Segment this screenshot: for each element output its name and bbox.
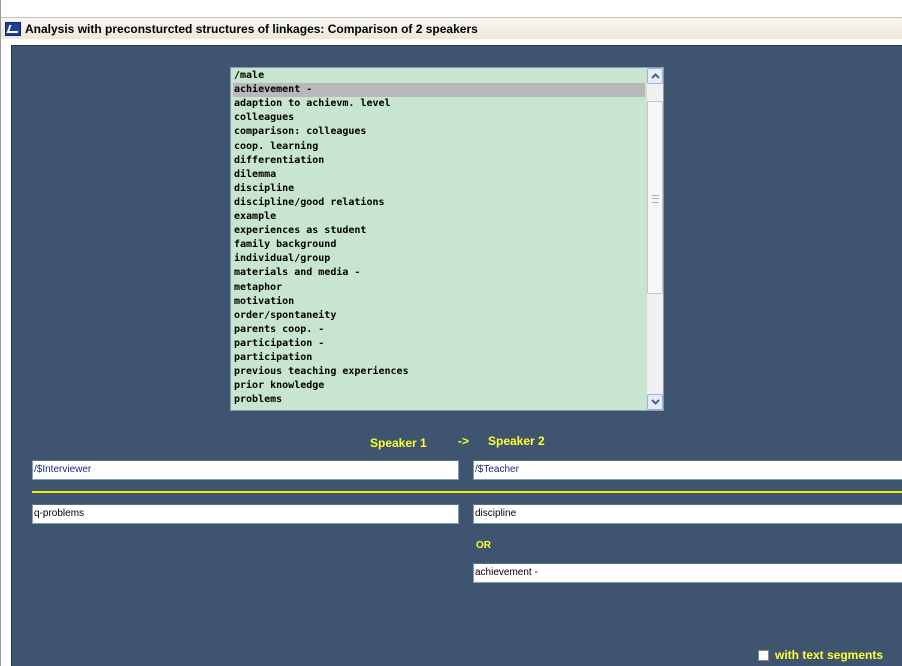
speaker1-code-field[interactable]: q-problems: [32, 504, 459, 524]
list-item[interactable]: achievement -: [233, 83, 645, 98]
arrow-label: ->: [458, 434, 470, 448]
list-item[interactable]: materials and media -: [233, 266, 360, 280]
client-area: /male achievement - adaption to achievm. l…: [11, 45, 902, 666]
list-item[interactable]: experiences as student: [233, 224, 366, 238]
speaker1-label: Speaker 1: [370, 436, 427, 450]
list-item[interactable]: motivation: [233, 295, 294, 309]
list-item[interactable]: participation: [233, 351, 312, 365]
list-item[interactable]: family background: [233, 238, 336, 252]
chevron-up-icon: [650, 73, 660, 79]
window-title: Analysis with preconsturcted structures …: [25, 21, 478, 36]
code-listbox[interactable]: /male achievement - adaption to achievm. l…: [230, 67, 664, 411]
list-item[interactable]: discipline: [233, 182, 294, 196]
with-text-segments-label: with text segments: [775, 648, 884, 662]
list-item[interactable]: metaphor: [233, 281, 282, 295]
list-item[interactable]: previous teaching experiences: [233, 365, 409, 379]
speaker2-code-field[interactable]: discipline: [473, 504, 902, 524]
title-bar: Analysis with preconsturcted structures …: [1, 17, 902, 39]
speaker1-name-field[interactable]: /$Interviewer: [32, 460, 459, 480]
list-item[interactable]: discipline/good relations: [233, 196, 385, 210]
scroll-down-button[interactable]: [647, 394, 663, 410]
speaker2-alt-code-field[interactable]: achievement -: [473, 563, 902, 583]
list-item[interactable]: problems: [233, 393, 282, 407]
list-item[interactable]: dilemma: [233, 168, 276, 182]
scroll-thumb[interactable]: [647, 101, 663, 294]
speaker2-label: Speaker 2: [488, 434, 545, 448]
list-item[interactable]: comparison: colleagues: [233, 125, 366, 139]
speaker2-name-field[interactable]: /$Teacher: [473, 460, 902, 480]
list-item[interactable]: coop. learning: [233, 140, 318, 154]
list-item[interactable]: colleagues: [233, 111, 294, 125]
list-item[interactable]: participation -: [233, 337, 324, 351]
list-item[interactable]: individual/group: [233, 252, 330, 266]
list-item[interactable]: parents coop. -: [233, 323, 324, 337]
or-label: OR: [476, 540, 491, 551]
list-item[interactable]: order/spontaneity: [233, 309, 336, 323]
list-item[interactable]: adaption to achievm. level: [233, 97, 391, 111]
scroll-up-button[interactable]: [647, 68, 663, 84]
with-text-segments-checkbox[interactable]: [758, 649, 769, 661]
list-item[interactable]: example: [233, 210, 276, 224]
app-icon: [5, 21, 21, 36]
main-window: Analysis with preconsturcted structures …: [0, 0, 902, 666]
grip-icon: [652, 195, 659, 203]
divider-line: [32, 491, 902, 493]
chevron-down-icon: [650, 399, 660, 405]
list-item[interactable]: prior knowledge: [233, 379, 324, 393]
list-item[interactable]: differentiation: [233, 154, 324, 168]
list-item[interactable]: /male: [233, 69, 264, 83]
with-text-segments-option[interactable]: with text segments: [758, 648, 883, 662]
list-scrollbar[interactable]: [646, 68, 663, 410]
